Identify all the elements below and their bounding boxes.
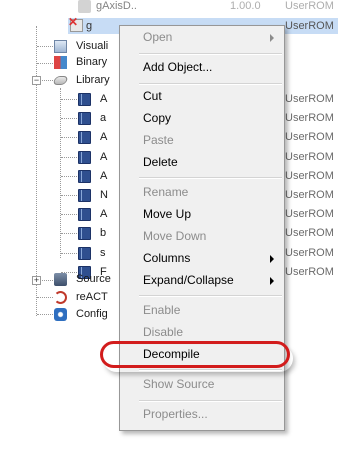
menu-item-paste[interactable]: Paste <box>122 130 282 151</box>
menu-separator <box>139 53 282 55</box>
submenu-arrow-icon <box>270 277 274 285</box>
library-item-location: UserROM <box>285 170 334 182</box>
library-item-location: UserROM <box>285 247 334 259</box>
library-item-label: A <box>100 170 108 182</box>
tree-row-top[interactable]: gAxisD.. 1.00.0 UserROM <box>0 0 338 17</box>
library-item-location: UserROM <box>285 131 334 143</box>
library-item-location: UserROM <box>285 208 334 220</box>
menu-item-label: Properties... <box>143 407 208 421</box>
menu-item-rename[interactable]: Rename <box>122 182 282 203</box>
library-item-location: UserROM <box>285 151 334 163</box>
menu-item-move-down[interactable]: Move Down <box>122 226 282 247</box>
menu-item-open[interactable]: Open <box>122 27 282 48</box>
library-item-location: UserROM <box>285 112 334 124</box>
library-item-label: A <box>100 151 108 163</box>
menu-item-add-object[interactable]: Add Object... <box>122 57 282 78</box>
library-item-label: A <box>100 131 108 143</box>
library-item-location: UserROM <box>285 227 334 239</box>
menu-separator <box>139 177 282 179</box>
screenshot: gAxisD.. 1.00.0 UserROM ✕ g UserROM Visu… <box>0 0 353 469</box>
menu-item-properties[interactable]: Properties... <box>122 404 282 425</box>
book-icon <box>78 208 91 221</box>
highlight-ring <box>100 341 290 368</box>
library-item-label: A <box>100 93 108 105</box>
tree-row-location: UserROM <box>285 20 334 32</box>
submenu-arrow-icon <box>270 255 274 263</box>
menu-item-label: Move Down <box>143 229 207 243</box>
library-item-label: b <box>100 227 107 239</box>
menu-item-label: Add Object... <box>143 60 213 74</box>
menu-item-label: Open <box>143 30 173 44</box>
menu-separator <box>139 400 282 402</box>
menu-item-label: Disable <box>143 325 184 339</box>
menu-item-enable[interactable]: Enable <box>122 300 282 321</box>
module-icon <box>78 0 91 13</box>
library-item-label: s <box>100 247 106 259</box>
submenu-arrow-icon <box>270 34 274 42</box>
tree-row-location: UserROM <box>285 0 334 12</box>
menu-item-label: Enable <box>143 303 181 317</box>
book-icon <box>78 189 91 202</box>
menu-item-label: Columns <box>143 251 191 265</box>
book-icon <box>78 170 91 183</box>
react-icon <box>54 291 67 304</box>
book-icon <box>78 93 91 106</box>
menu-item-delete[interactable]: Delete <box>122 152 282 173</box>
menu-item-label: Cut <box>143 89 162 103</box>
library-item-label: N <box>100 189 108 201</box>
config-icon <box>54 308 67 321</box>
menu-item-cut[interactable]: Cut <box>122 86 282 107</box>
library-item-location: UserROM <box>285 189 334 201</box>
menu-separator <box>139 83 282 85</box>
error-x-icon: ✕ <box>68 15 79 29</box>
menu-item-label: Move Up <box>143 207 192 221</box>
book-icon <box>78 131 91 144</box>
menu-item-expand-collapse[interactable]: Expand/Collapse <box>122 270 282 291</box>
source-icon <box>54 273 67 286</box>
menu-item-show-source[interactable]: Show Source <box>122 374 282 395</box>
book-icon <box>78 247 91 260</box>
menu-item-label: Expand/Collapse <box>143 273 234 287</box>
menu-item-label: Paste <box>143 133 174 147</box>
menu-item-label: Copy <box>143 111 172 125</box>
menu-item-move-up[interactable]: Move Up <box>122 204 282 225</box>
tree-row-version: 1.00.0 <box>230 0 261 12</box>
tree-node-label: Config <box>76 308 108 320</box>
tree-node-label: Library <box>76 74 110 86</box>
menu-item-columns[interactable]: Columns <box>122 248 282 269</box>
library-item-location: UserROM <box>285 93 334 105</box>
tree-row-label: gAxisD.. <box>96 0 137 12</box>
book-icon <box>78 151 91 164</box>
menu-separator <box>139 295 282 297</box>
menu-item-label: Show Source <box>143 377 215 391</box>
menu-item-label: Rename <box>143 185 189 199</box>
book-icon <box>78 112 91 125</box>
book-icon <box>78 227 91 240</box>
menu-item-copy[interactable]: Copy <box>122 108 282 129</box>
menu-item-label: Delete <box>143 155 178 169</box>
binary-icon <box>54 56 67 69</box>
library-item-label: a <box>100 112 107 124</box>
menu-item-disable[interactable]: Disable <box>122 322 282 343</box>
tree-row-label: g <box>86 20 93 32</box>
library-item-label: A <box>100 208 108 220</box>
library-icon <box>52 76 69 85</box>
